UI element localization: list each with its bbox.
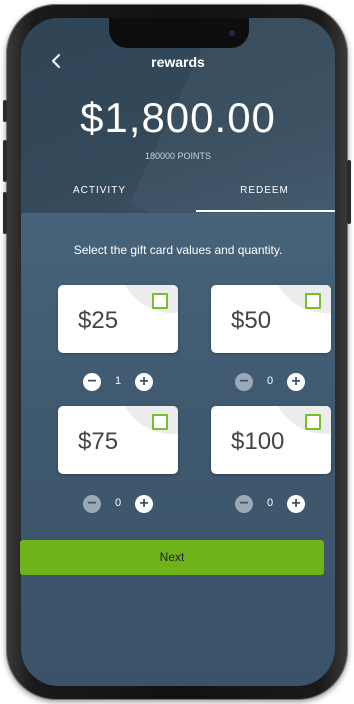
mute-switch [3, 100, 7, 122]
checkbox-icon[interactable] [305, 414, 321, 430]
volume-up-button [3, 140, 7, 182]
instructions-text: Select the gift card values and quantity… [73, 243, 283, 257]
quantity-value: 0 [114, 497, 122, 509]
camera-icon [229, 30, 235, 36]
quantity-value: 1 [114, 375, 122, 387]
tab-activity[interactable]: ACTIVITY [21, 185, 178, 196]
page-title: rewards [151, 54, 205, 70]
gift-card-25[interactable]: $25 [58, 285, 178, 353]
gift-card-75[interactable]: $75 [58, 406, 178, 474]
card-value: $50 [231, 307, 272, 334]
points-total: 180000 POINTS [144, 151, 212, 161]
quantity-stepper-50: − 0 + [235, 373, 305, 391]
card-corner-decoration [273, 285, 331, 326]
checkbox-icon[interactable] [152, 414, 168, 430]
quantity-stepper-25: − 1 + [83, 373, 153, 391]
increase-button[interactable]: + [135, 373, 153, 391]
active-tab-indicator [196, 210, 335, 212]
card-corner-decoration [120, 285, 178, 326]
decrease-button[interactable]: − [235, 373, 253, 391]
increase-button[interactable]: + [287, 495, 305, 513]
balance-amount: $1,800.00 [80, 94, 276, 141]
power-button [347, 160, 351, 224]
app-screen: rewards $1,800.00 180000 POINTS ACTIVITY… [21, 18, 335, 686]
card-value: $25 [78, 307, 119, 334]
increase-button[interactable]: + [287, 373, 305, 391]
decrease-button[interactable]: − [83, 373, 101, 391]
gift-card-100[interactable]: $100 [211, 406, 331, 474]
tab-redeem[interactable]: REDEEM [186, 185, 335, 196]
increase-button[interactable]: + [135, 495, 153, 513]
gift-card-50[interactable]: $50 [211, 285, 331, 353]
volume-down-button [3, 192, 7, 234]
quantity-value: 0 [266, 497, 274, 509]
card-corner-decoration [120, 406, 178, 447]
quantity-stepper-75: − 0 + [83, 495, 153, 513]
checkbox-icon[interactable] [305, 293, 321, 309]
decrease-button[interactable]: − [83, 495, 101, 513]
decrease-button[interactable]: − [235, 495, 253, 513]
card-value: $75 [78, 428, 119, 455]
quantity-stepper-100: − 0 + [235, 495, 305, 513]
next-button[interactable]: Next [20, 540, 324, 575]
quantity-value: 0 [266, 375, 274, 387]
checkbox-icon[interactable] [152, 293, 168, 309]
device-notch [109, 18, 249, 48]
card-value: $100 [231, 428, 285, 455]
